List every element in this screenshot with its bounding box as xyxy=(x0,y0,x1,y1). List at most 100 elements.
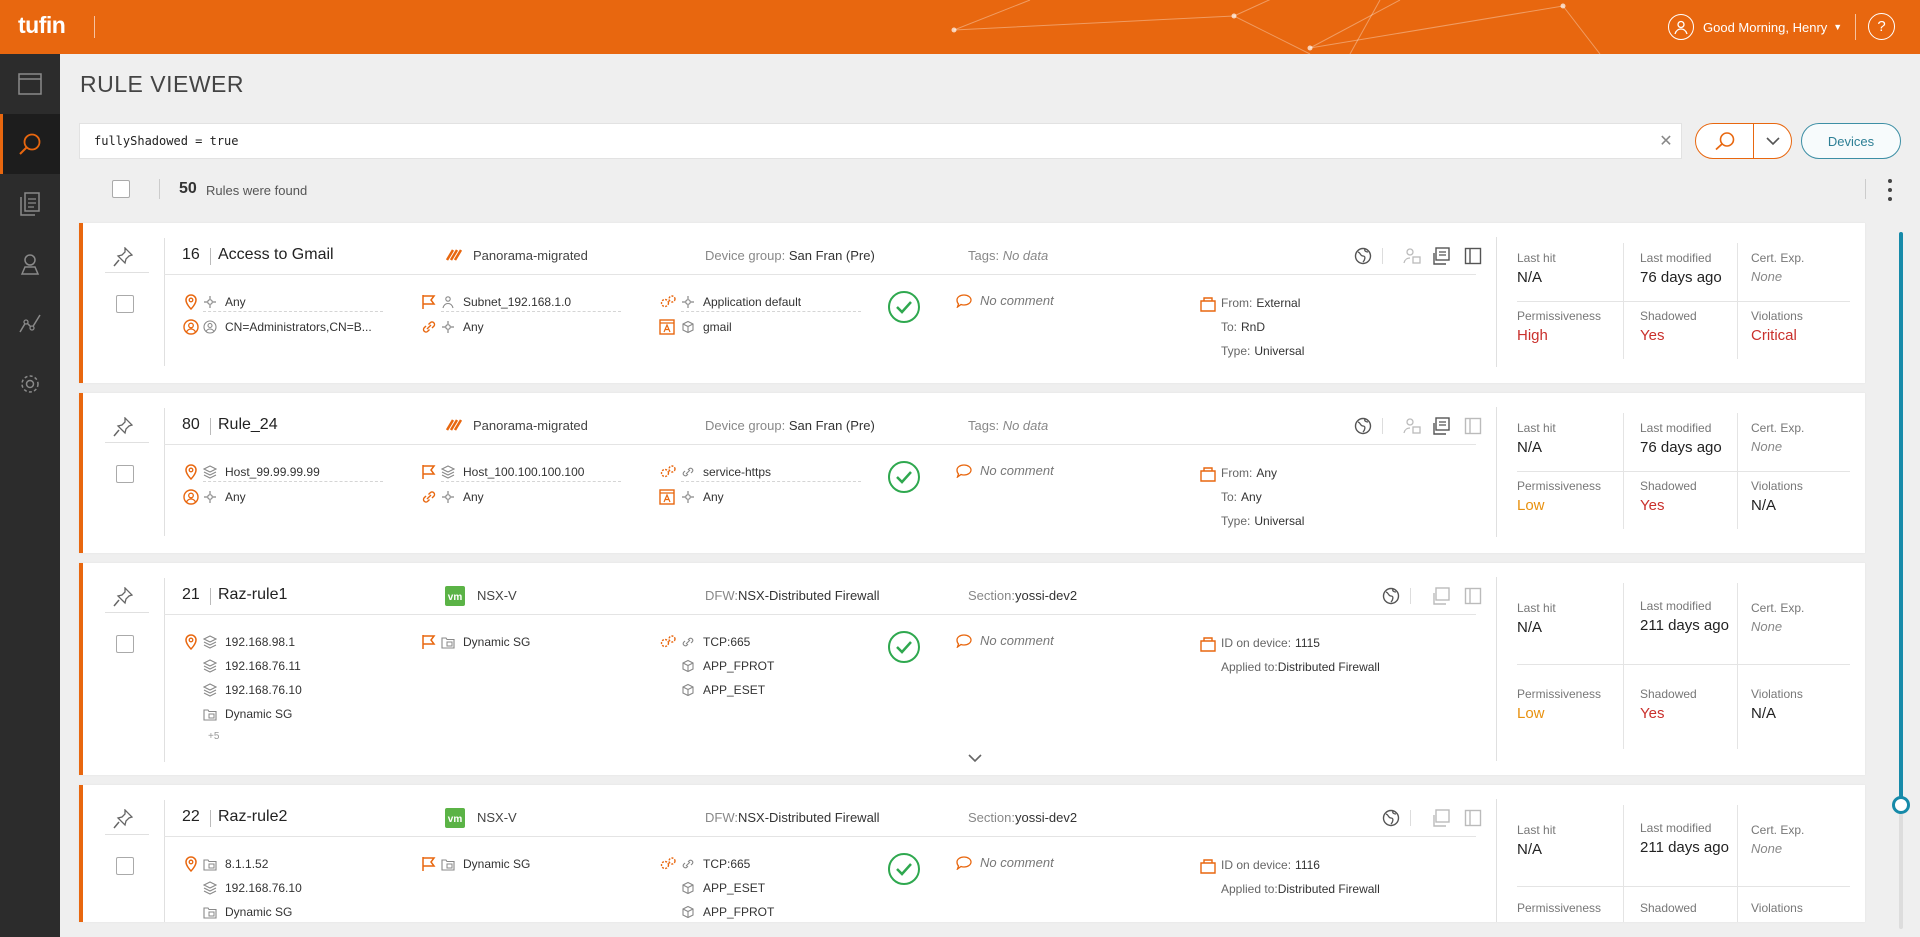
user-cell[interactable]: CN=Administrators,CN=B... xyxy=(203,317,383,337)
globe-icon[interactable] xyxy=(1382,809,1400,827)
sidebar-item-reports[interactable] xyxy=(0,174,60,234)
source-cell[interactable]: 192.168.76.11 xyxy=(203,656,301,676)
source-cell[interactable]: 192.168.76.10 xyxy=(203,680,302,700)
help-button[interactable]: ? xyxy=(1868,13,1895,40)
comment[interactable]: No comment xyxy=(956,633,1054,648)
rule-checkbox[interactable] xyxy=(116,635,134,653)
host-stack-icon xyxy=(203,683,217,697)
rule-name[interactable]: Rule_24 xyxy=(218,416,278,434)
destination-cell[interactable]: Subnet_192.168.1.0 xyxy=(441,292,621,312)
rule-card[interactable]: 16 Access to Gmail Panorama-migrated Dev… xyxy=(79,223,1865,383)
select-all-checkbox[interactable] xyxy=(112,180,130,198)
rule-name[interactable]: Access to Gmail xyxy=(218,246,334,264)
vendor-name: Panorama-migrated xyxy=(473,418,588,433)
rule-checkbox[interactable] xyxy=(116,465,134,483)
search-input[interactable] xyxy=(80,124,1651,158)
service-cell[interactable]: TCP:665 xyxy=(681,854,750,874)
tags: Tags: No data xyxy=(968,418,1049,433)
rule-card[interactable]: 80 Rule_24 Panorama-migrated Device grou… xyxy=(79,393,1865,553)
service-cell[interactable]: APP_ESET xyxy=(681,878,765,898)
user-cell[interactable]: Any xyxy=(203,487,383,507)
rule-card[interactable]: 21 Raz-rule1 vm NSX-V DFW:NSX-Distribute… xyxy=(79,563,1865,775)
source-cell[interactable]: Dynamic SG xyxy=(203,704,292,724)
more-options-icon[interactable] xyxy=(1885,179,1895,201)
rule-docs-icon[interactable] xyxy=(1464,809,1482,827)
source-cell[interactable]: Host_99.99.99.99 xyxy=(203,462,383,482)
rule-docs-icon[interactable] xyxy=(1464,417,1482,435)
tufin-logo[interactable]: tufin xyxy=(18,12,66,39)
pin-icon[interactable] xyxy=(113,417,133,437)
sidebar-item-map[interactable] xyxy=(0,234,60,294)
any-icon xyxy=(681,295,695,309)
globe-icon[interactable] xyxy=(1354,247,1372,265)
user-menu[interactable]: Good Morning, Henry ▼ xyxy=(1668,14,1842,40)
rule-checkbox[interactable] xyxy=(116,857,134,875)
clear-search-icon[interactable]: ✕ xyxy=(1651,131,1681,151)
devices-button[interactable]: Devices xyxy=(1801,123,1901,159)
sidebar-item-path-analysis[interactable] xyxy=(0,294,60,354)
search-options-dropdown[interactable] xyxy=(1754,124,1791,158)
service-cell[interactable]: TCP:665 xyxy=(681,632,750,652)
search-button-group xyxy=(1695,123,1792,159)
zone-from: From: External xyxy=(1221,296,1301,310)
sidebar-item-dashboard[interactable] xyxy=(0,54,60,114)
pin-icon[interactable] xyxy=(113,809,133,829)
rule-name[interactable]: Raz-rule1 xyxy=(218,586,287,604)
search-icon xyxy=(1714,132,1734,151)
expand-chevron-icon[interactable] xyxy=(968,753,982,763)
source-cell[interactable]: 8.1.1.52 xyxy=(203,854,268,874)
policy-icon[interactable] xyxy=(1433,417,1451,435)
globe-icon[interactable] xyxy=(1382,587,1400,605)
search-button[interactable] xyxy=(1696,124,1754,158)
pin-icon[interactable] xyxy=(113,587,133,607)
globe-icon[interactable] xyxy=(1354,417,1372,435)
service-cell[interactable]: APP_FPROT xyxy=(681,902,774,922)
app-id-cell[interactable]: gmail xyxy=(681,317,861,337)
rule-docs-icon[interactable] xyxy=(1464,587,1482,605)
greeting-text: Good Morning, Henry xyxy=(1703,19,1828,35)
zone-icon xyxy=(1200,859,1216,874)
scroll-handle[interactable] xyxy=(1892,796,1910,814)
more-sources-count[interactable]: +5 xyxy=(208,731,219,742)
service-cell[interactable]: service-https xyxy=(681,462,861,482)
policy-icon[interactable] xyxy=(1433,809,1451,827)
any-icon xyxy=(203,490,217,504)
application-cell[interactable]: Any xyxy=(441,487,621,507)
policy-icon[interactable] xyxy=(1433,587,1451,605)
service-cell[interactable]: APP_ESET xyxy=(681,680,765,700)
service-cell[interactable]: Application default xyxy=(681,292,861,312)
service-cell[interactable]: APP_FPROT xyxy=(681,656,774,676)
user-lock-icon[interactable] xyxy=(1403,417,1421,435)
policy-icon[interactable] xyxy=(1433,247,1451,265)
host-stack-icon xyxy=(203,881,217,895)
rule-checkbox[interactable] xyxy=(116,295,134,313)
destination-cell[interactable]: Dynamic SG xyxy=(441,854,530,874)
source-cell[interactable]: 192.168.76.10 xyxy=(203,878,302,898)
palo-alto-icon xyxy=(445,249,463,261)
source-cell[interactable]: Dynamic SG xyxy=(203,902,292,922)
app-id-cell[interactable]: Any xyxy=(681,487,861,507)
scroll-track[interactable] xyxy=(1899,232,1903,929)
sidebar-item-settings[interactable] xyxy=(0,354,60,414)
rule-card[interactable]: 22 Raz-rule2 vm NSX-V DFW:NSX-Distribute… xyxy=(79,785,1865,922)
link-icon xyxy=(681,635,695,649)
source-cell[interactable]: Any xyxy=(203,292,383,312)
vendor-name: NSX-V xyxy=(477,588,517,603)
sidebar-item-rule-viewer[interactable] xyxy=(0,114,60,174)
source-cell[interactable]: 192.168.98.1 xyxy=(203,632,295,652)
destination-cell[interactable]: Host_100.100.100.100 xyxy=(441,462,621,482)
user-lock-icon[interactable] xyxy=(1403,247,1421,265)
application-cell[interactable]: Any xyxy=(441,317,621,337)
rule-docs-icon[interactable] xyxy=(1464,247,1482,265)
comment[interactable]: No comment xyxy=(956,463,1054,478)
link-icon xyxy=(422,491,436,503)
pin-icon[interactable] xyxy=(113,247,133,267)
link-icon xyxy=(681,857,695,871)
comment[interactable]: No comment xyxy=(956,293,1054,308)
rule-name[interactable]: Raz-rule2 xyxy=(218,808,287,826)
divider xyxy=(1865,179,1866,199)
destination-cell[interactable]: Dynamic SG xyxy=(441,632,530,652)
scroll-progress xyxy=(1899,232,1903,804)
metric-permissiveness: Permissiveness High xyxy=(1517,309,1602,344)
comment[interactable]: No comment xyxy=(956,855,1054,870)
